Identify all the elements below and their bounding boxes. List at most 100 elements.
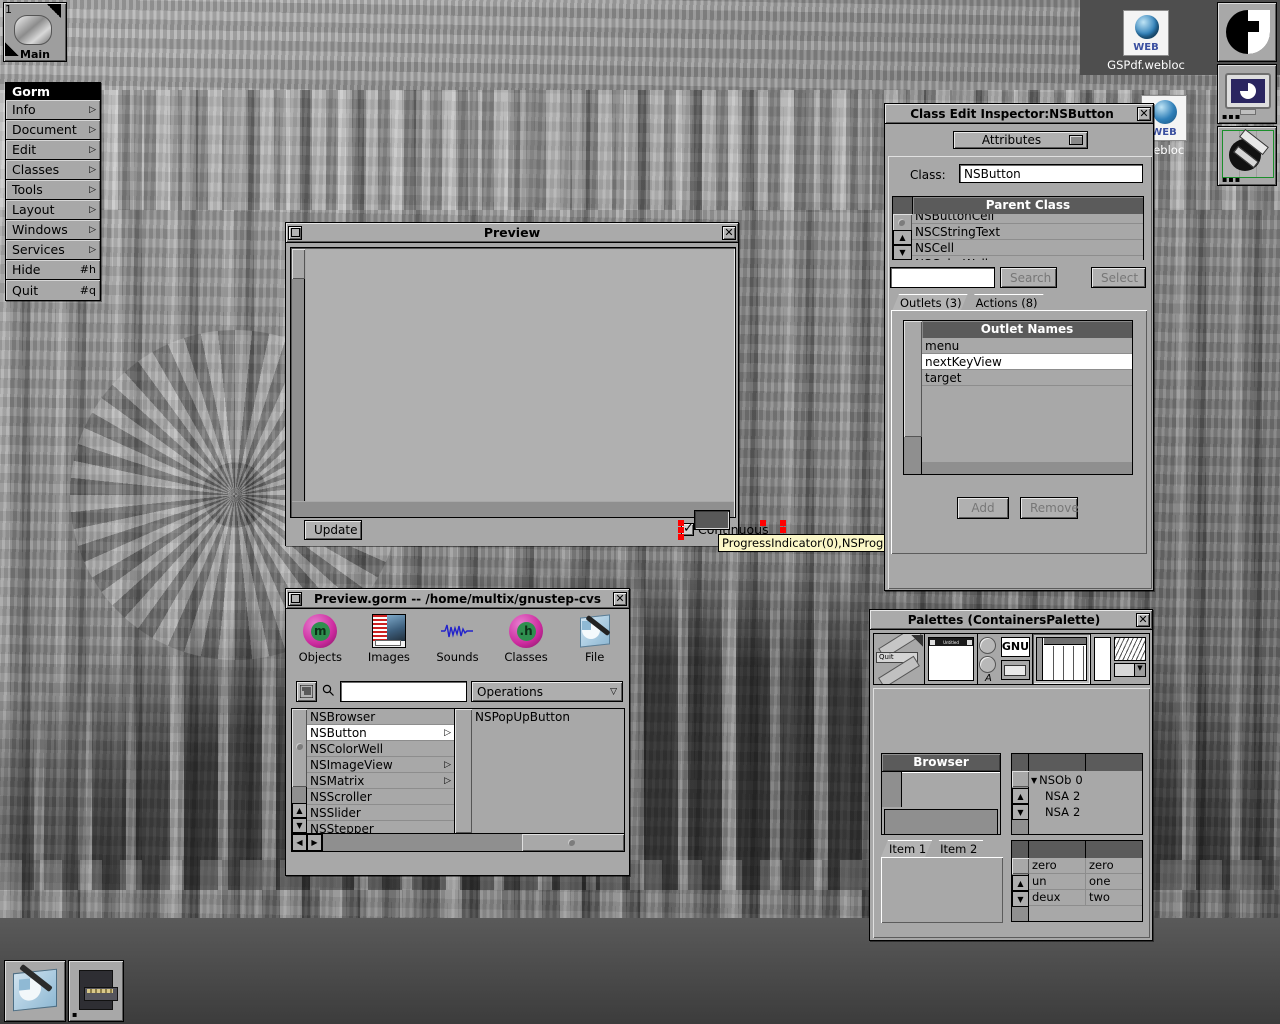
class-row[interactable]: NSBrowser — [307, 709, 454, 725]
subclass-scrollbar[interactable] — [455, 709, 472, 833]
class-search-input[interactable] — [890, 267, 995, 288]
hscroll-knob[interactable] — [522, 834, 624, 851]
outline-scrollbar[interactable]: ▲ ▼ — [1012, 771, 1029, 834]
remove-outlet-button[interactable]: Remove — [1020, 497, 1078, 519]
parent-class-row[interactable]: NSColorWell — [912, 256, 1143, 260]
selection-handle-tm[interactable] — [760, 520, 766, 526]
scroll-knob[interactable] — [455, 709, 472, 833]
scroll-knob[interactable] — [292, 249, 305, 279]
toolbar-item-sounds[interactable]: Sounds — [423, 614, 492, 664]
menu-item-services[interactable]: Services ▷ — [6, 240, 100, 260]
menu-item-layout[interactable]: Layout ▷ — [6, 200, 100, 220]
class-row[interactable]: NSColorWell — [307, 741, 454, 757]
selection-handle-tr[interactable] — [780, 520, 786, 526]
disclosure-triangle-icon[interactable]: ▼ — [1031, 776, 1037, 785]
scroll-down-arrow[interactable]: ▼ — [1012, 891, 1029, 907]
scroll-knob[interactable] — [292, 709, 307, 787]
menu-item-edit[interactable]: Edit ▷ — [6, 140, 100, 160]
scroll-down-arrow[interactable]: ▼ — [292, 818, 307, 833]
inspector-titlebar[interactable]: Class Edit Inspector:NSButton — [885, 104, 1153, 124]
scroll-down-arrow[interactable]: ▼ — [1012, 804, 1029, 820]
close-button[interactable] — [1136, 613, 1150, 627]
class-row[interactable]: NSSlider — [307, 805, 454, 821]
toolbar-item-classes[interactable]: .h Classes — [492, 614, 561, 664]
hscroll-track[interactable] — [322, 834, 522, 851]
tableview-scrollbar[interactable]: ▲ ▼ — [1012, 858, 1029, 921]
desktop-file-gspdf-webloc[interactable]: WEB GSPdf.webloc — [1100, 10, 1192, 72]
class-name-field[interactable]: NSButton — [959, 164, 1143, 183]
close-button[interactable] — [613, 592, 627, 606]
scroll-knob[interactable] — [1012, 858, 1029, 874]
document-titlebar[interactable]: Preview.gorm -- /home/multix/gnustep-cvs — [286, 589, 629, 609]
class-row[interactable]: NSMatrix ▷ — [307, 773, 454, 789]
palette-button-menus[interactable]: Quit — [874, 634, 925, 684]
scroll-knob[interactable] — [904, 321, 922, 437]
class-row-selected[interactable]: NSButton ▷ — [307, 725, 454, 741]
list-view-icon[interactable] — [296, 681, 317, 702]
menu-item-windows[interactable]: Windows ▷ — [6, 220, 100, 240]
menu-item-document[interactable]: Document ▷ — [6, 120, 100, 140]
inspector-mode-popup[interactable]: Attributes — [953, 131, 1088, 149]
minimize-button[interactable] — [288, 592, 302, 606]
operations-popup[interactable]: Operations ▽ — [471, 681, 623, 702]
search-button[interactable]: Search — [1000, 267, 1057, 288]
taskbar-item-filecabinet[interactable]: ▪ — [68, 960, 124, 1022]
dock-item-display[interactable]: ▪▪▪ — [1217, 64, 1277, 124]
toolbar-item-objects[interactable]: m Objects — [286, 614, 355, 664]
palette-outline-widget[interactable]: ▲ ▼ ▼ NSOb 0 NSA 2 NSA 2 — [1011, 753, 1143, 835]
browser-scrollbar[interactable] — [882, 772, 902, 807]
scroll-down-arrow[interactable]: ▼ — [893, 245, 912, 260]
menu-item-classes[interactable]: Classes ▷ — [6, 160, 100, 180]
toolbar-item-file[interactable]: File — [560, 614, 629, 664]
menu-item-quit[interactable]: Quit #q — [6, 280, 100, 300]
add-outlet-button[interactable]: Add — [957, 497, 1009, 519]
preview-titlebar[interactable]: Preview — [286, 223, 738, 243]
selection-handle-tl[interactable] — [678, 520, 684, 526]
parent-class-scrollbar[interactable]: ▲ ▼ — [893, 214, 912, 260]
class-row[interactable]: NSScroller — [307, 789, 454, 805]
progress-indicator[interactable] — [694, 510, 730, 530]
menu-item-tools[interactable]: Tools ▷ — [6, 180, 100, 200]
palette-button-containers[interactable] — [1033, 634, 1091, 684]
preview-vertical-scrollbar[interactable] — [292, 249, 305, 501]
scroll-left-arrow[interactable]: ◀ — [292, 834, 307, 851]
workspace-main-icon[interactable]: 1 Main — [3, 2, 67, 62]
taskbar-item-gorm[interactable] — [4, 960, 66, 1022]
palette-button-controls[interactable]: A GNU — [978, 634, 1033, 684]
dock-item-gnustep[interactable] — [1217, 2, 1277, 62]
scroll-up-arrow[interactable]: ▲ — [1012, 875, 1029, 891]
palette-button-data[interactable]: ▼ — [1091, 634, 1149, 684]
browser-horizontal-scrollbar[interactable]: ◀ ▶ — [292, 833, 624, 851]
tab-actions[interactable]: Actions (8) — [968, 294, 1044, 311]
outline-row[interactable]: ▼ NSOb 0 — [1029, 772, 1142, 788]
class-row[interactable]: NSImageView ▷ — [307, 757, 454, 773]
selection-handle-bl[interactable] — [678, 534, 684, 540]
scroll-knob[interactable] — [1012, 771, 1029, 787]
tab-outlets[interactable]: Outlets (3) — [892, 294, 968, 311]
dock-item-gorm[interactable]: ▪▪▪ — [1217, 126, 1277, 186]
select-button[interactable]: Select — [1091, 267, 1146, 288]
palette-tabview-widget[interactable]: Item 1 Item 2 — [881, 840, 1003, 926]
menu-title[interactable]: Gorm — [6, 83, 100, 100]
outline-row[interactable]: NSA 2 — [1029, 788, 1142, 804]
palette-tableview-widget[interactable]: ▲ ▼ zero zero un one deux two — [1011, 840, 1143, 922]
table-row[interactable]: un one — [1029, 874, 1142, 890]
parent-class-row[interactable]: NSButtonCell — [912, 214, 1143, 224]
minimize-button[interactable] — [288, 226, 302, 240]
selection-handle-ml[interactable] — [678, 527, 684, 533]
table-row[interactable]: deux two — [1029, 890, 1142, 906]
class-row[interactable]: NSStepper — [307, 821, 454, 833]
scroll-up-arrow[interactable]: ▲ — [1012, 788, 1029, 804]
outlet-row-selected[interactable]: nextKeyView — [922, 354, 1132, 370]
tab-item-2[interactable]: Item 2 — [932, 840, 983, 857]
scroll-right-arrow[interactable]: ▶ — [307, 834, 322, 851]
outlet-scrollbar[interactable] — [904, 338, 922, 474]
update-button[interactable]: Update — [304, 520, 362, 540]
selection-handle-mr[interactable] — [780, 527, 786, 533]
scroll-up-arrow[interactable]: ▲ — [893, 230, 912, 245]
preview-horizontal-scrollbar[interactable] — [292, 502, 734, 517]
menu-item-hide[interactable]: Hide #h — [6, 260, 100, 280]
outlet-row[interactable]: target — [922, 370, 1132, 386]
menu-item-info[interactable]: Info ▷ — [6, 100, 100, 120]
close-button[interactable] — [722, 226, 736, 240]
